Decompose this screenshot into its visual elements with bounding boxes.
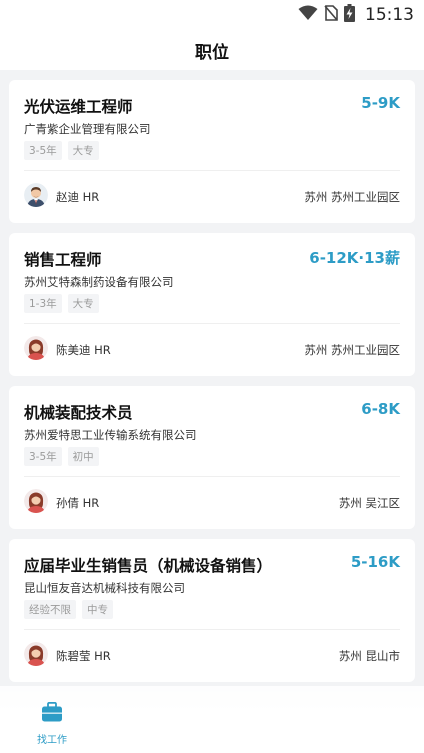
job-title: 应届毕业生销售员（机械设备销售） xyxy=(24,557,273,575)
experience-tag: 3-5年 xyxy=(24,141,62,160)
hr-name: 赵迪 HR xyxy=(56,190,100,204)
experience-tag: 经验不限 xyxy=(24,600,76,619)
job-tags: 3-5年 初中 xyxy=(24,447,99,466)
job-card[interactable]: 销售工程师 6-12K·13薪 苏州艾特森制药设备有限公司 1-3年 大专 陈美… xyxy=(9,233,415,376)
hr-name: 陈美迪 HR xyxy=(56,343,111,357)
male-avatar xyxy=(24,183,48,207)
hr-name: 陈碧莹 HR xyxy=(56,649,111,663)
wifi-icon xyxy=(298,5,318,25)
company-name: 苏州艾特森制药设备有限公司 xyxy=(24,275,174,289)
bottom-tab-bar: 找工作 xyxy=(0,686,424,753)
job-salary: 6-12K·13薪 xyxy=(309,249,400,267)
job-location: 苏州 苏州工业园区 xyxy=(304,190,400,204)
job-location: 苏州 吴江区 xyxy=(338,496,400,510)
divider xyxy=(24,629,400,630)
status-time: 15:13 xyxy=(365,5,414,25)
battery-charging-icon xyxy=(344,4,355,26)
job-card[interactable]: 光伏运维工程师 5-9K 广青紫企业管理有限公司 3-5年 大专 赵迪 HR 苏… xyxy=(9,80,415,223)
job-card[interactable]: 机械装配技术员 6-8K 苏州爱特思工业传输系统有限公司 3-5年 初中 孙倩 … xyxy=(9,386,415,529)
briefcase-icon xyxy=(41,701,63,726)
company-name: 广青紫企业管理有限公司 xyxy=(24,122,151,136)
education-tag: 大专 xyxy=(67,294,99,313)
page-title: 职位 xyxy=(195,42,229,63)
job-tags: 3-5年 大专 xyxy=(24,141,99,160)
company-name: 苏州爱特思工业传输系统有限公司 xyxy=(24,428,197,442)
hr-name: 孙倩 HR xyxy=(56,496,100,510)
female-avatar xyxy=(24,336,48,360)
divider xyxy=(24,476,400,477)
education-tag: 初中 xyxy=(67,447,99,466)
job-location: 苏州 苏州工业园区 xyxy=(304,343,400,357)
job-title: 机械装配技术员 xyxy=(24,404,133,422)
job-location: 苏州 昆山市 xyxy=(338,649,400,663)
company-name: 昆山恒友音达机械科技有限公司 xyxy=(24,581,185,595)
job-salary: 5-16K xyxy=(350,553,400,571)
education-tag: 大专 xyxy=(67,141,99,160)
job-tags: 经验不限 中专 xyxy=(24,600,113,619)
tab-find-job[interactable]: 找工作 xyxy=(24,701,80,746)
job-card[interactable]: 应届毕业生销售员（机械设备销售） 5-16K 昆山恒友音达机械科技有限公司 经验… xyxy=(9,539,415,682)
divider xyxy=(24,323,400,324)
no-sim-icon xyxy=(324,5,338,25)
female-avatar xyxy=(24,489,48,513)
experience-tag: 1-3年 xyxy=(24,294,62,313)
job-title: 销售工程师 xyxy=(24,251,102,269)
job-title: 光伏运维工程师 xyxy=(24,98,133,116)
female-avatar xyxy=(24,642,48,666)
job-tags: 1-3年 大专 xyxy=(24,294,99,313)
education-tag: 中专 xyxy=(82,600,113,619)
experience-tag: 3-5年 xyxy=(24,447,62,466)
job-salary: 6-8K xyxy=(361,400,400,418)
page-header: 职位 xyxy=(0,30,424,70)
status-bar: 15:13 xyxy=(0,0,424,30)
divider xyxy=(24,170,400,171)
job-salary: 5-9K xyxy=(361,94,400,112)
tab-label: 找工作 xyxy=(37,735,67,746)
